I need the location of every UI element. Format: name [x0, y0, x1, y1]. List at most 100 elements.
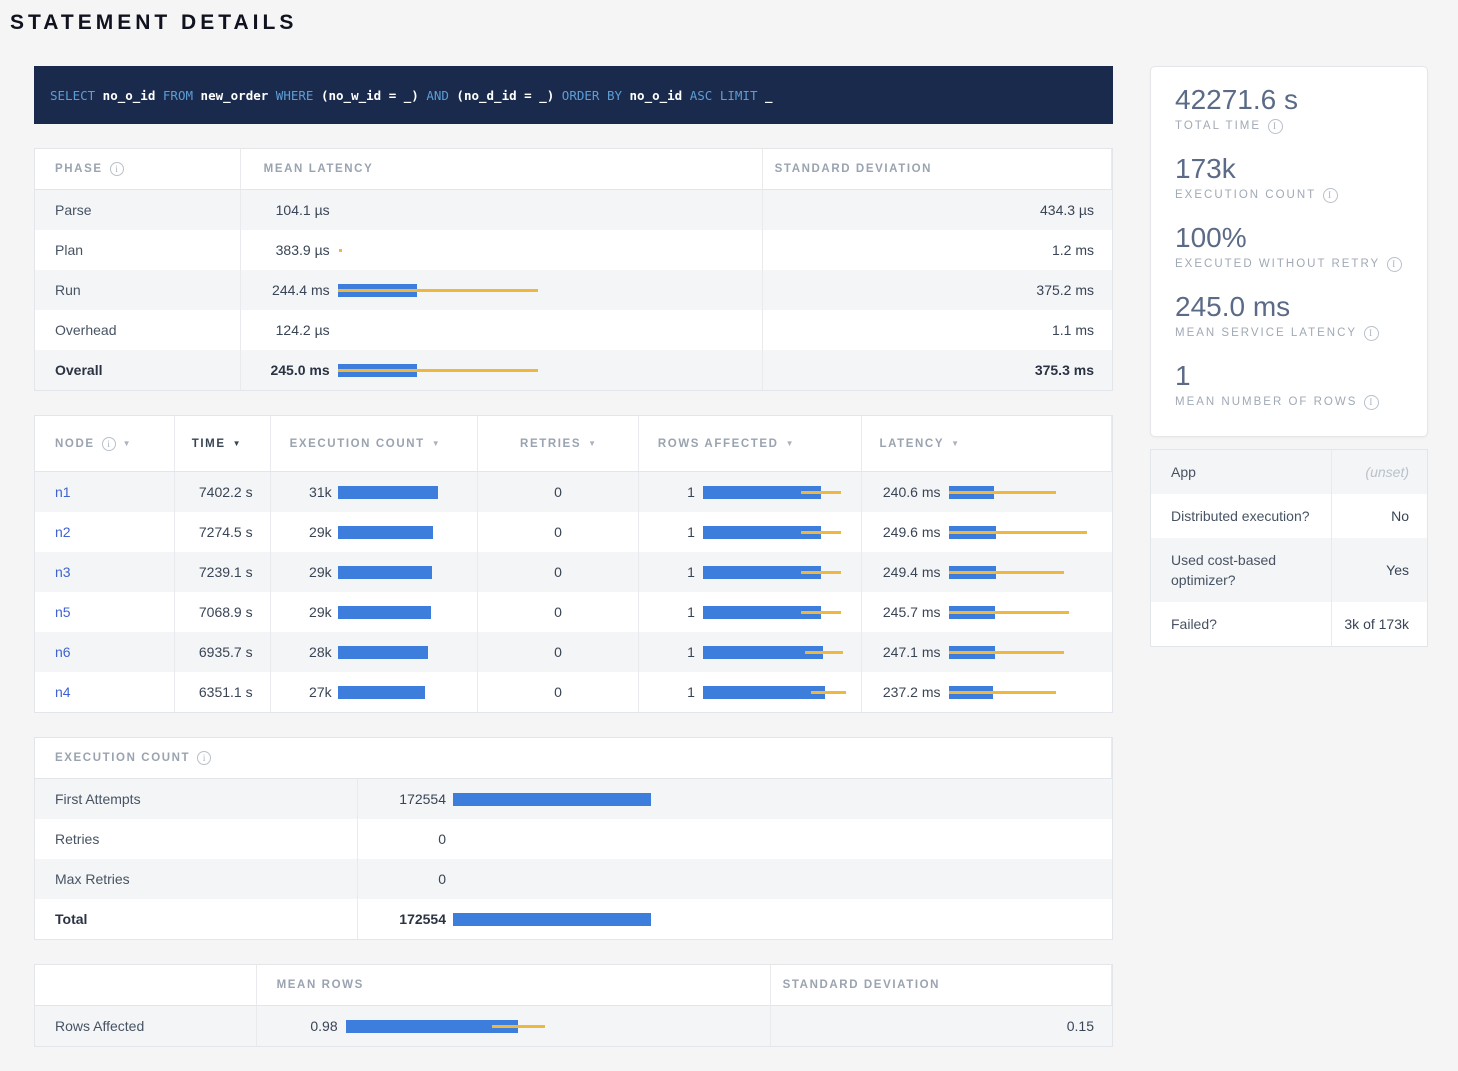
table-row: Plan 383.9 µs 1.2 ms — [35, 230, 1112, 270]
sort-caret-icon[interactable]: ▼ — [432, 439, 440, 448]
execution-count-title: EXECUTION COUNT — [55, 752, 190, 764]
execution-count-info-icon[interactable]: i — [197, 751, 211, 765]
executed-without-retry-info-icon[interactable]: i — [1387, 257, 1402, 272]
latency-bar — [949, 486, 1112, 499]
execution-count-bar — [338, 686, 478, 699]
rows-affected-table-header: MEAN ROWS STANDARD DEVIATION — [35, 965, 1112, 1006]
latency-value: 249.4 ms — [870, 564, 940, 580]
mean-latency-value: 245.0 ms — [253, 362, 330, 378]
execution-count-info-icon[interactable]: i — [1323, 188, 1338, 203]
exec-row-bar — [453, 793, 1112, 806]
mean-rows-bar — [346, 1020, 770, 1033]
execution-count-header-label: EXECUTION COUNT — [290, 438, 425, 450]
phase-table-header: PHASE i MEAN LATENCY STANDARD DEVIATION — [35, 149, 1112, 190]
time-value: 7239.1 s — [199, 564, 253, 580]
exec-row-label: Max Retries — [55, 871, 130, 887]
exec-row-label: Retries — [55, 831, 99, 847]
sort-caret-icon[interactable]: ▼ — [123, 439, 131, 448]
node-link[interactable]: n4 — [55, 684, 71, 700]
stat-label: EXECUTION COUNT — [1175, 186, 1316, 204]
stat-label: MEAN SERVICE LATENCY — [1175, 324, 1357, 342]
time-header-cell[interactable]: TIME ▼ — [175, 416, 271, 471]
table-row: First Attempts 172554 — [35, 779, 1112, 819]
stat-label: TOTAL TIME — [1175, 117, 1261, 135]
exec-row-value: 0 — [366, 871, 446, 887]
latency-bar — [949, 606, 1112, 619]
latency-value: 245.7 ms — [870, 604, 940, 620]
sort-caret-icon[interactable]: ▼ — [588, 439, 596, 448]
prop-value: No — [1332, 494, 1427, 538]
retries-value: 0 — [554, 484, 562, 500]
sort-caret-icon[interactable]: ▼ — [951, 439, 959, 448]
mean-latency-bar — [338, 244, 762, 257]
phase-header-cell: PHASE i — [35, 149, 241, 189]
sql-statement-text: SELECT no_o_id FROM new_order WHERE (no_… — [50, 88, 773, 103]
rows-affected-header-cell[interactable]: ROWS AFFECTED ▼ — [639, 416, 863, 471]
summary-sidebar: 42271.6 s TOTAL TIMEi 173k EXECUTION COU… — [1150, 66, 1428, 647]
mean-latency-bar — [338, 364, 762, 377]
exec-row-value: 172554 — [366, 791, 446, 807]
std-dev-header-cell: STANDARD DEVIATION — [763, 149, 1112, 189]
phase-label: Overhead — [55, 322, 116, 338]
execution-count-value: 29k — [279, 524, 332, 540]
stat-value: 1 — [1175, 359, 1403, 393]
table-row: Retries 0 — [35, 819, 1112, 859]
page-title: STATEMENT DETAILS — [10, 8, 1458, 38]
execution-count-bar — [338, 606, 478, 619]
retries-header-cell[interactable]: RETRIES ▼ — [478, 416, 639, 471]
node-row: n5 7068.9 s 29k 0 1 245.7 ms — [35, 592, 1112, 632]
table-row: Overhead 124.2 µs 1.1 ms — [35, 310, 1112, 350]
retries-value: 0 — [554, 604, 562, 620]
mean-latency-value: 104.1 µs — [253, 202, 330, 218]
std-dev-value: 1.1 ms — [1052, 322, 1094, 338]
node-link[interactable]: n1 — [55, 484, 71, 500]
execution-count-bar — [338, 486, 478, 499]
node-row: n2 7274.5 s 29k 0 1 249.6 ms — [35, 512, 1112, 552]
sort-caret-icon[interactable]: ▼ — [786, 439, 794, 448]
prop-row-cost-based-optimizer: Used cost-based optimizer? Yes — [1151, 538, 1427, 602]
mean-rows-value: 0.98 — [265, 1018, 338, 1034]
latency-bar — [949, 566, 1112, 579]
execution-count-header-cell[interactable]: EXECUTION COUNT ▼ — [271, 416, 479, 471]
mean-service-latency-info-icon[interactable]: i — [1364, 326, 1379, 341]
node-link[interactable]: n6 — [55, 644, 71, 660]
prop-row-app: App (unset) — [1151, 450, 1427, 494]
prop-label: Failed? — [1151, 602, 1332, 646]
rows-affected-value: 1 — [647, 524, 695, 540]
phase-label: Parse — [55, 202, 92, 218]
latency-value: 247.1 ms — [870, 644, 940, 660]
rows-affected-table: MEAN ROWS STANDARD DEVIATION Rows Affect… — [34, 964, 1113, 1047]
stat-executed-without-retry: 100% EXECUTED WITHOUT RETRYi — [1175, 221, 1403, 273]
node-link[interactable]: n5 — [55, 604, 71, 620]
latency-bar — [949, 686, 1112, 699]
time-value: 7402.2 s — [199, 484, 253, 500]
retries-header-label: RETRIES — [520, 438, 581, 450]
node-row: n3 7239.1 s 29k 0 1 249.4 ms — [35, 552, 1112, 592]
latency-value: 240.6 ms — [870, 484, 940, 500]
sort-caret-icon[interactable]: ▼ — [233, 439, 241, 448]
node-info-icon[interactable]: i — [102, 437, 116, 451]
latency-header-cell[interactable]: LATENCY ▼ — [862, 416, 1112, 471]
prop-value: Yes — [1332, 538, 1427, 602]
execution-count-value: 27k — [279, 684, 332, 700]
phase-header-label: PHASE — [55, 163, 103, 175]
latency-bar — [949, 646, 1112, 659]
phase-info-icon[interactable]: i — [110, 162, 124, 176]
node-header-cell[interactable]: NODE i ▼ — [35, 416, 175, 471]
total-time-info-icon[interactable]: i — [1268, 119, 1283, 134]
stat-execution-count: 173k EXECUTION COUNTi — [1175, 152, 1403, 204]
summary-stats-card: 42271.6 s TOTAL TIMEi 173k EXECUTION COU… — [1150, 66, 1428, 437]
node-link[interactable]: n3 — [55, 564, 71, 580]
node-link[interactable]: n2 — [55, 524, 71, 540]
phase-label: Overall — [55, 362, 102, 378]
prop-row-failed: Failed? 3k of 173k — [1151, 602, 1427, 646]
table-row: Rows Affected 0.98 0.15 — [35, 1006, 1112, 1046]
retries-value: 0 — [554, 564, 562, 580]
retries-value: 0 — [554, 524, 562, 540]
mean-number-of-rows-info-icon[interactable]: i — [1364, 395, 1379, 410]
rows-affected-value: 1 — [647, 604, 695, 620]
sql-statement-box: SELECT no_o_id FROM new_order WHERE (no_… — [34, 66, 1113, 124]
prop-value: 3k of 173k — [1332, 602, 1427, 646]
execution-count-value: 29k — [279, 564, 332, 580]
retries-value: 0 — [554, 684, 562, 700]
